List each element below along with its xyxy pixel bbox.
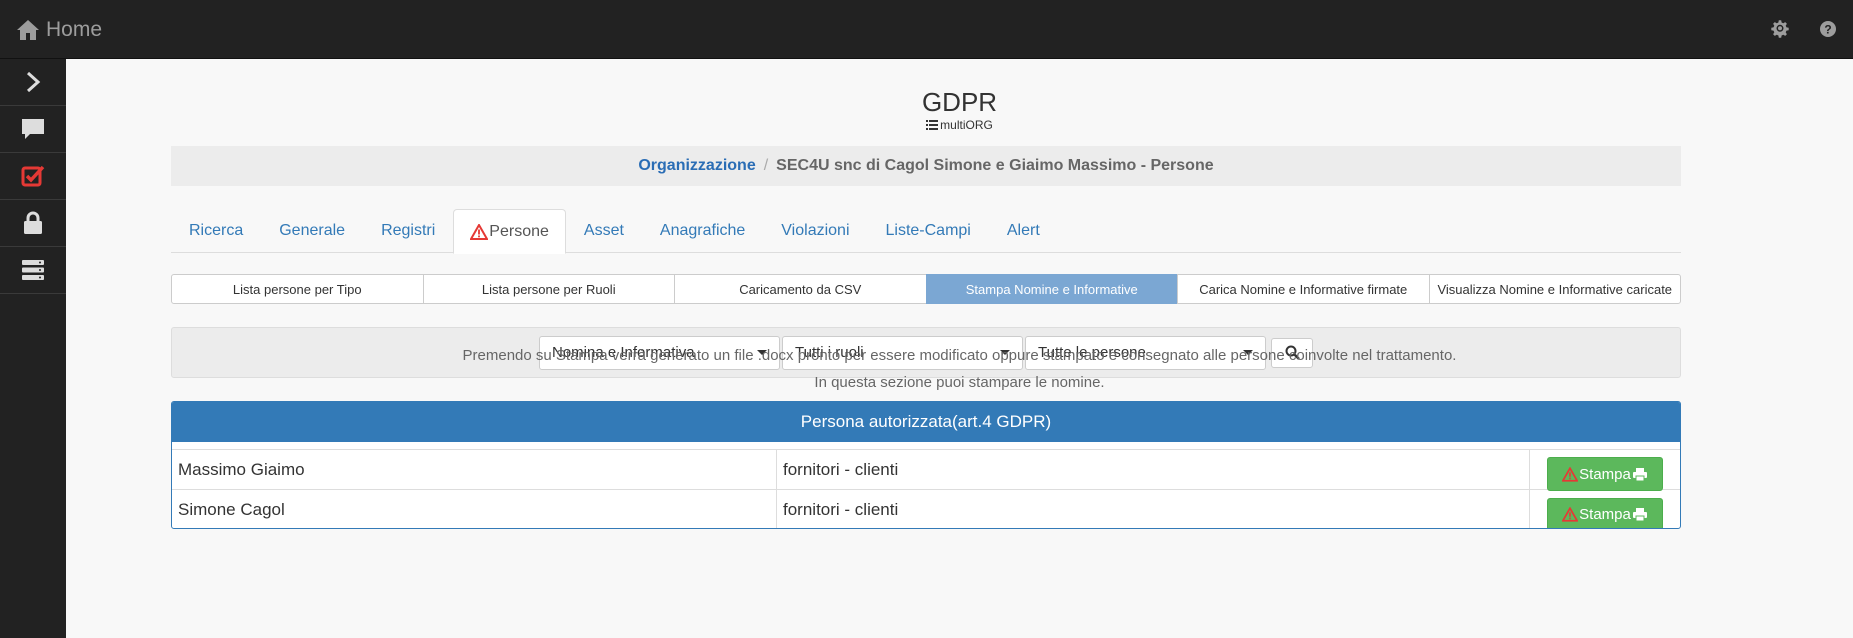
tab-violazioni[interactable]: Violazioni xyxy=(763,209,867,253)
subtab-lista-per-ruoli[interactable]: Lista persone per Ruoli xyxy=(422,274,675,304)
print-button[interactable]: Stampa xyxy=(1547,497,1663,528)
page-header: GDPR multiORG xyxy=(66,87,1853,132)
chat-icon xyxy=(22,119,44,139)
warning-icon xyxy=(1562,466,1579,482)
breadcrumb-link-organizzazione[interactable]: Organizzazione xyxy=(638,157,755,175)
top-navbar: Home ? xyxy=(0,0,1853,59)
sidebar-toggle[interactable] xyxy=(0,59,66,106)
home-icon xyxy=(17,20,39,40)
list-icon xyxy=(926,120,939,130)
print-button[interactable]: Stampa xyxy=(1547,457,1663,491)
print-cell: Stampa xyxy=(1530,450,1680,491)
warning-icon xyxy=(1562,507,1579,522)
tab-generale[interactable]: Generale xyxy=(261,209,363,253)
tab-persone-label: Persone xyxy=(489,222,549,240)
subtab-lista-per-tipo[interactable]: Lista persone per Tipo xyxy=(171,274,424,304)
person-name: Simone Cagol xyxy=(172,490,777,528)
print-cell: Stampa xyxy=(1530,490,1680,528)
tab-registri[interactable]: Registri xyxy=(363,209,453,253)
subtab-stampa-nomine[interactable]: Stampa Nomine e Informative xyxy=(925,274,1178,304)
authorized-persons-panel: Persona autorizzata(art.4 GDPR) Massimo … xyxy=(171,401,1681,529)
person-role: fornitori - clienti xyxy=(777,450,1530,489)
page-title: GDPR xyxy=(921,87,998,117)
person-name: Massimo Giaimo xyxy=(172,450,777,489)
printer-icon xyxy=(1632,467,1647,481)
gear-icon xyxy=(1771,20,1789,38)
main-tabs: Ricerca Generale Registri Persone Asset … xyxy=(171,209,1681,254)
main-content: GDPR multiORG Organizzazione / SEC4U snc… xyxy=(66,59,1853,638)
tab-asset[interactable]: Asset xyxy=(566,209,642,253)
help-icon: ? xyxy=(1820,21,1836,37)
sidebar xyxy=(0,59,66,638)
info-text-docx: Premendo su Stampa verrà generato un fil… xyxy=(462,347,1457,364)
printer-icon xyxy=(1632,508,1647,522)
person-role: fornitori - clienti xyxy=(777,490,1530,528)
home-link[interactable]: Home xyxy=(16,18,102,42)
subtab-carica-nomine[interactable]: Carica Nomine e Informative firmate xyxy=(1177,274,1430,304)
page-subtitle-text: multiORG xyxy=(940,118,993,132)
page-subtitle: multiORG xyxy=(66,118,1853,132)
breadcrumb-current: SEC4U snc di Cagol Simone e Giaimo Massi… xyxy=(776,157,1214,174)
svg-text:?: ? xyxy=(1824,23,1831,37)
sub-tabs: Lista persone per Tipo Lista persone per… xyxy=(171,274,1681,304)
sidebar-item-tasks[interactable] xyxy=(0,153,66,200)
sidebar-item-servers[interactable] xyxy=(0,247,66,294)
tab-ricerca[interactable]: Ricerca xyxy=(171,209,261,253)
sidebar-item-messages[interactable] xyxy=(0,106,66,153)
subtab-caricamento-csv[interactable]: Caricamento da CSV xyxy=(674,274,927,304)
home-label: Home xyxy=(46,18,103,41)
checkbox-icon xyxy=(21,165,45,187)
breadcrumb: Organizzazione / SEC4U snc di Cagol Simo… xyxy=(171,146,1681,186)
lock-icon xyxy=(24,211,42,234)
print-label: Stampa xyxy=(1579,506,1631,523)
table-row: Simone Cagol fornitori - clienti Stampa xyxy=(172,490,1680,528)
help-button[interactable]: ? xyxy=(1819,20,1837,38)
warning-icon xyxy=(470,223,489,240)
print-label: Stampa xyxy=(1579,465,1631,483)
breadcrumb-separator: / xyxy=(763,157,769,174)
tab-alert[interactable]: Alert xyxy=(989,209,1058,253)
subtab-visualizza-nomine[interactable]: Visualizza Nomine e Informative caricate xyxy=(1428,274,1681,304)
info-text-section: In questa sezione puoi stampare le nomin… xyxy=(814,374,1105,391)
settings-button[interactable] xyxy=(1771,20,1789,38)
panel-spacer xyxy=(172,442,1680,450)
panel-title: Persona autorizzata(art.4 GDPR) xyxy=(172,402,1680,442)
sidebar-item-security[interactable] xyxy=(0,200,66,247)
server-icon xyxy=(22,260,44,280)
chevron-right-icon xyxy=(26,71,41,93)
tab-persone[interactable]: Persone xyxy=(453,209,566,254)
tab-liste-campi[interactable]: Liste-Campi xyxy=(868,209,989,253)
tab-anagrafiche[interactable]: Anagrafiche xyxy=(642,209,763,253)
table-row: Massimo Giaimo fornitori - clienti Stamp… xyxy=(172,450,1680,491)
